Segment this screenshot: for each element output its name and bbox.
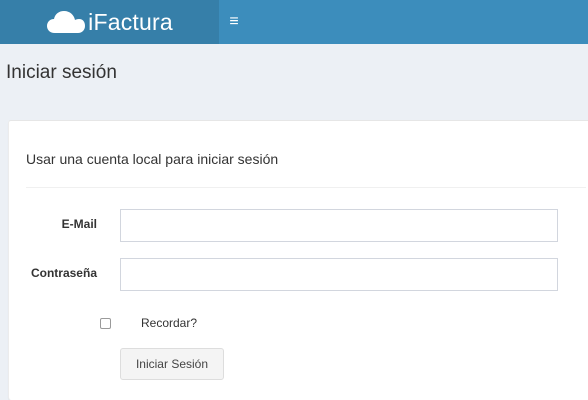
divider — [26, 187, 586, 188]
email-field[interactable] — [120, 209, 558, 242]
login-button[interactable]: Iniciar Sesión — [120, 348, 224, 380]
remember-checkbox[interactable] — [100, 318, 111, 329]
password-label: Contraseña — [30, 266, 97, 280]
login-box-title: Usar una cuenta local para iniciar sesió… — [26, 151, 279, 167]
brand-name: iFactura — [88, 8, 173, 35]
page-title: Iniciar sesión — [6, 62, 117, 83]
brand-logo[interactable]: iFactura — [0, 0, 219, 44]
email-label: E-Mail — [61, 217, 97, 231]
top-navbar: iFactura ≡ — [0, 0, 588, 44]
login-box: Usar una cuenta local para iniciar sesió… — [8, 120, 588, 400]
hamburger-menu-icon[interactable]: ≡ — [219, 0, 249, 44]
cloud-icon — [47, 11, 86, 33]
password-field[interactable] — [120, 258, 558, 291]
remember-label[interactable]: Recordar? — [141, 316, 197, 330]
